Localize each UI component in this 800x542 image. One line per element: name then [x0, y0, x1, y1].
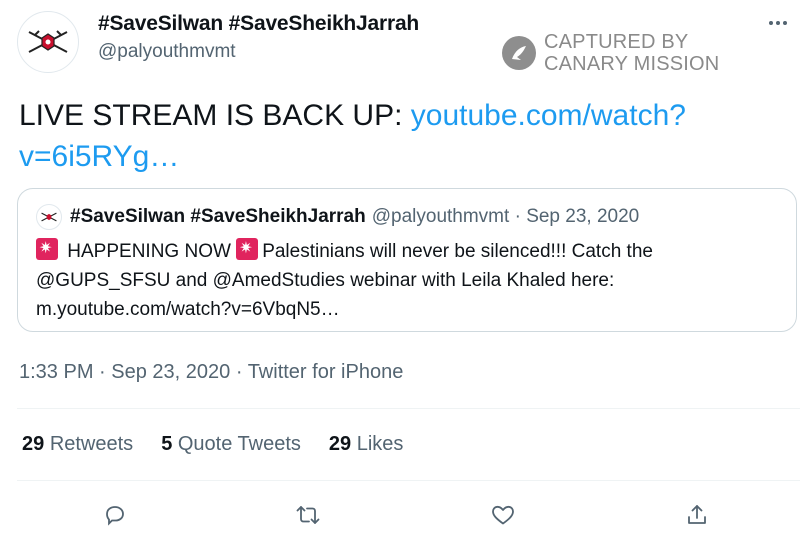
author-display-name[interactable]: #SaveSilwan #SaveSheikhJarrah	[98, 12, 419, 36]
share-icon[interactable]	[679, 497, 715, 533]
tweet-text: LIVE STREAM IS BACK UP: youtube.com/watc…	[19, 95, 779, 177]
quote-tweets-stat[interactable]: 5 Quote Tweets	[161, 433, 301, 456]
likes-stat[interactable]: 29 Likes	[329, 433, 404, 456]
quoted-text-part1: HAPPENING NOW	[62, 241, 237, 262]
divider	[17, 480, 800, 481]
quoted-handle: @palyouthmvmt	[371, 206, 510, 227]
quoted-avatar	[36, 204, 62, 230]
like-icon[interactable]	[485, 497, 521, 533]
tweet-source[interactable]: Twitter for iPhone	[248, 361, 404, 383]
quoted-separator: ·	[509, 206, 527, 227]
engagement-stats: 29 Retweets 5 Quote Tweets 29 Likes	[22, 433, 403, 456]
quoted-display-name: #SaveSilwan #SaveSheikhJarrah	[70, 206, 366, 227]
divider	[17, 408, 800, 409]
tweet-timestamp: 1:33 PM · Sep 23, 2020 · Twitter for iPh…	[19, 361, 404, 383]
watermark-line2: CANARY MISSION	[544, 53, 720, 75]
canary-logo-icon	[502, 36, 536, 70]
retweets-stat[interactable]: 29 Retweets	[22, 433, 133, 456]
tweet-date[interactable]: Sep 23, 2020	[111, 361, 230, 383]
quoted-text: HAPPENING NOW Palestinians will never be…	[36, 237, 786, 324]
reply-icon[interactable]	[97, 497, 133, 533]
quoted-tweet[interactable]: #SaveSilwan #SaveSheikhJarrah @palyouthm…	[17, 188, 797, 332]
keffiyeh-logo-icon	[28, 30, 68, 53]
author-handle[interactable]: @palyouthmvmt	[98, 41, 236, 63]
quoted-date: Sep 23, 2020	[526, 206, 640, 227]
siren-emoji-icon	[36, 238, 58, 260]
action-bar	[0, 497, 800, 533]
avatar[interactable]	[17, 11, 79, 73]
tweet-text-body: LIVE STREAM IS BACK UP:	[19, 99, 411, 132]
tweet-time[interactable]: 1:33 PM	[19, 361, 93, 383]
watermark-line1: CAPTURED BY	[544, 31, 689, 53]
retweet-icon[interactable]	[290, 497, 326, 533]
more-icon[interactable]	[764, 13, 792, 33]
canary-mission-watermark: CAPTURED BY CANARY MISSION	[502, 31, 719, 75]
siren-emoji-icon	[236, 238, 259, 260]
keffiyeh-logo-icon	[41, 212, 57, 222]
